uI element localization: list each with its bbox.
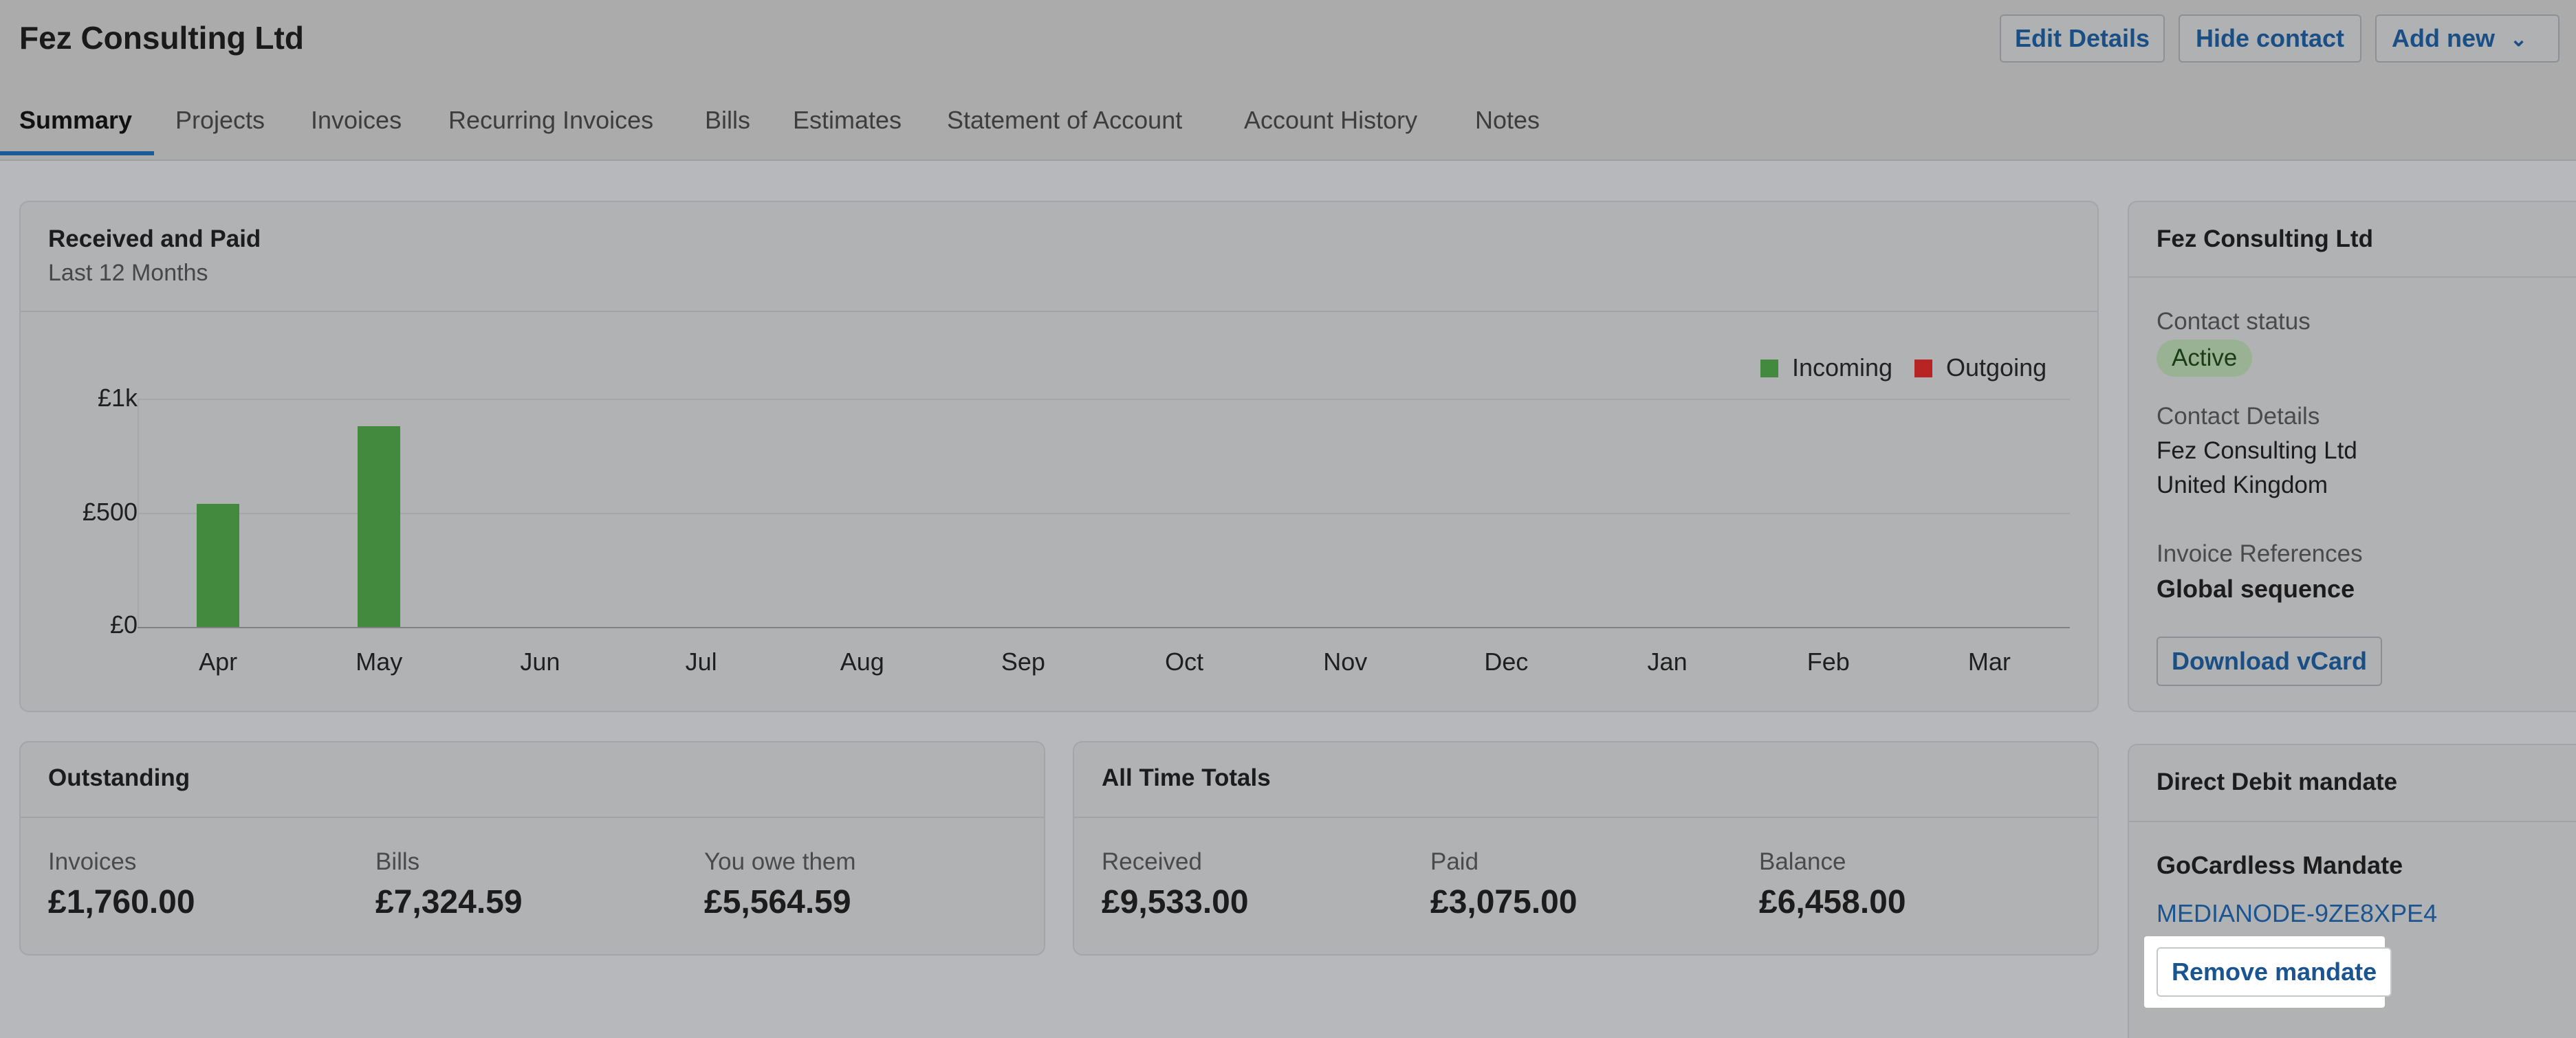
totals-received-label: Received <box>1102 848 1202 875</box>
x-tick-feb: Feb <box>1807 648 1850 676</box>
mandate-provider: GoCardless Mandate <box>2157 851 2403 879</box>
contact-details-country: United Kingdom <box>2157 472 2328 498</box>
y-tick-0: £0 <box>109 610 138 639</box>
totals-divider <box>1074 817 2097 818</box>
outstanding-you-owe-value: £5,564.59 <box>704 884 851 920</box>
tab-account-history[interactable]: Account History <box>1244 103 1417 159</box>
add-new-label: Add new <box>2392 24 2495 52</box>
invoice-references-label: Invoice References <box>2157 540 2363 567</box>
invoice-references-value: Global sequence <box>2157 575 2355 603</box>
outstanding-bills-label: Bills <box>375 848 420 875</box>
gridline <box>138 513 2070 514</box>
totals-balance-label: Balance <box>1759 848 1846 875</box>
legend-outgoing-label: Outgoing <box>1946 353 2047 382</box>
page-title: Fez Consulting Ltd <box>19 20 304 56</box>
active-tab-indicator <box>0 151 154 155</box>
remove-mandate-button[interactable]: Remove mandate <box>2157 947 2392 997</box>
x-tick-nov: Nov <box>1323 648 1368 676</box>
outstanding-card: Outstanding Invoices £1,760.00 Bills £7,… <box>19 741 1045 956</box>
bar-incoming-apr[interactable] <box>197 503 240 627</box>
tab-recurring-invoices[interactable]: Recurring Invoices <box>448 103 653 159</box>
totals-paid-value: £3,075.00 <box>1430 884 1578 920</box>
x-tick-dec: Dec <box>1484 648 1529 676</box>
outstanding-bills-value: £7,324.59 <box>375 884 523 920</box>
hide-contact-button[interactable]: Hide contact <box>2179 14 2361 63</box>
contact-card-divider <box>2129 276 2576 278</box>
x-tick-aug: Aug <box>840 648 884 676</box>
contact-details-label: Contact Details <box>2157 403 2320 430</box>
x-tick-may: May <box>356 648 403 676</box>
download-vcard-button[interactable]: Download vCard <box>2157 637 2383 686</box>
status-badge: Active <box>2157 340 2253 377</box>
add-new-button[interactable]: Add new ⌄ <box>2375 14 2559 63</box>
tab-invoices[interactable]: Invoices <box>311 103 402 159</box>
outstanding-divider <box>21 817 1044 818</box>
outstanding-invoices-value: £1,760.00 <box>48 884 195 920</box>
x-tick-sep: Sep <box>1001 648 1045 676</box>
chart-card-divider <box>21 311 2097 312</box>
legend-outgoing-swatch <box>1914 360 1932 377</box>
tab-bills[interactable]: Bills <box>705 103 750 159</box>
chevron-down-icon: ⌄ <box>2510 28 2528 52</box>
mandate-reference-link[interactable]: MEDIANODE-9ZE8XPE4 <box>2157 899 2437 928</box>
x-tick-oct: Oct <box>1165 648 1204 676</box>
x-axis-line <box>138 627 2070 628</box>
y-tick-1k: £1k <box>97 384 138 412</box>
mandate-card-divider <box>2129 821 2576 822</box>
tab-notes[interactable]: Notes <box>1475 103 1540 159</box>
legend-incoming-label: Incoming <box>1792 353 1893 382</box>
mandate-card-title: Direct Debit mandate <box>2157 769 2398 795</box>
x-tick-jun: Jun <box>520 648 560 676</box>
contact-info-card: Fez Consulting Ltd Contact status Active… <box>2128 201 2576 712</box>
contact-status-label: Contact status <box>2157 308 2311 335</box>
outstanding-title: Outstanding <box>48 764 190 791</box>
x-tick-jul: Jul <box>685 648 717 676</box>
totals-paid-label: Paid <box>1430 848 1479 875</box>
tab-statement-of-account[interactable]: Statement of Account <box>947 103 1182 159</box>
page-header: Fez Consulting Ltd Edit Details Hide con… <box>0 0 2576 161</box>
x-tick-jan: Jan <box>1647 648 1688 676</box>
tab-projects[interactable]: Projects <box>175 103 265 159</box>
received-paid-card: Received and Paid Last 12 Months Incomin… <box>19 201 2099 712</box>
tab-estimates[interactable]: Estimates <box>793 103 902 159</box>
chart-card-title: Received and Paid <box>48 225 261 252</box>
totals-received-value: £9,533.00 <box>1102 884 1249 920</box>
direct-debit-card: Direct Debit mandate GoCardless Mandate … <box>2128 744 2576 1038</box>
legend-incoming-swatch <box>1760 360 1778 377</box>
x-tick-mar: Mar <box>1967 648 2011 676</box>
chart-card-subtitle: Last 12 Months <box>48 260 208 286</box>
all-time-totals-card: All Time Totals Received £9,533.00 Paid … <box>1073 741 2099 956</box>
contact-details-name: Fez Consulting Ltd <box>2157 437 2357 464</box>
contact-card-title: Fez Consulting Ltd <box>2157 225 2373 252</box>
bar-incoming-may[interactable] <box>358 426 401 627</box>
totals-title: All Time Totals <box>1102 764 1271 791</box>
gridline <box>138 399 2070 400</box>
x-tick-apr: Apr <box>199 648 238 676</box>
edit-details-button[interactable]: Edit Details <box>2000 14 2165 63</box>
y-tick-500: £500 <box>82 498 138 526</box>
y-axis-line <box>138 399 139 627</box>
totals-balance-value: £6,458.00 <box>1759 884 1906 920</box>
outstanding-you-owe-label: You owe them <box>704 848 856 875</box>
outstanding-invoices-label: Invoices <box>48 848 137 875</box>
